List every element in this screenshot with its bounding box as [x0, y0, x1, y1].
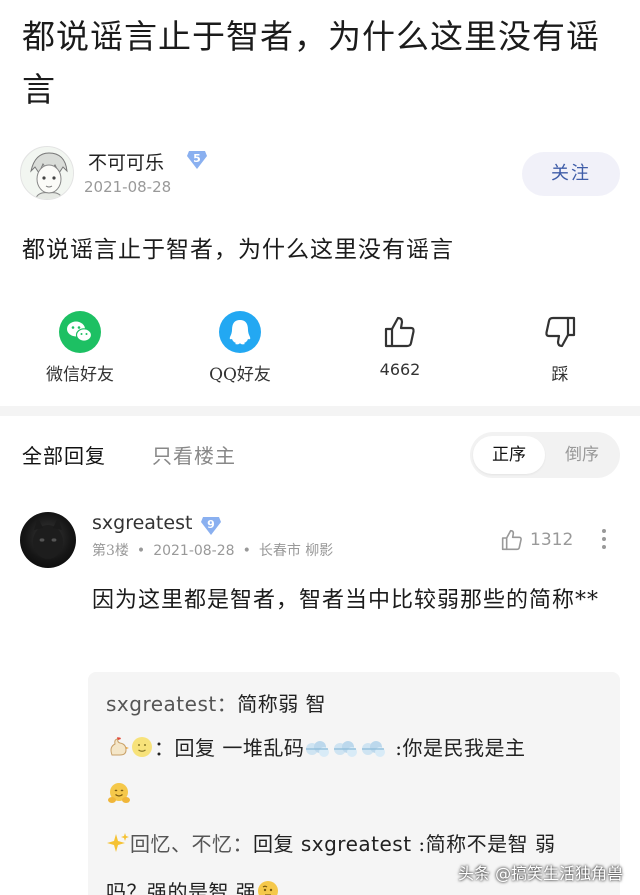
dislike-label: 踩: [551, 365, 569, 385]
wind-emoji-icon: [332, 730, 360, 774]
moon-face-emoji-icon: [130, 730, 154, 774]
reply-target-user[interactable]: sxgreatest: [301, 832, 412, 856]
comment-meta: 第3楼 • 2021-08-28 • 长春市 柳影: [92, 540, 333, 560]
comment-floor: 第3楼: [92, 543, 129, 559]
comment-text: 因为这里都是智者，智者当中比较弱那些的简称**: [92, 588, 600, 613]
share-wechat-label: 微信好友: [46, 365, 114, 385]
article-body: 都说谣言止于智者，为什么这里没有谣言: [22, 237, 454, 263]
comment-like-count: 1312: [530, 530, 574, 550]
source-watermark: 头条 @搞笑生活独角兽: [458, 864, 624, 883]
author-level-number: 5: [193, 152, 201, 165]
thumbs-down-icon: [538, 310, 582, 354]
reply-author[interactable]: sxgreatest：: [106, 692, 237, 716]
comment-item: sxgreatest 9 第3楼 • 2021-08-28 • 长春市 柳影 1312 …: [0, 508, 640, 895]
wechat-icon: [58, 310, 102, 354]
reply-author[interactable]: 回忆、不忆：: [130, 832, 253, 856]
share-qq-button[interactable]: QQ好友: [180, 310, 300, 385]
reply-text: :简称不是智 弱: [411, 832, 556, 856]
reply-line-2: ：回复 一堆乱码 :你是民我是主: [106, 726, 602, 774]
sort-ascending-option[interactable]: 正序: [473, 436, 545, 474]
comment-location: 长春市 柳影: [258, 543, 334, 559]
wind-emoji-icon: [360, 730, 388, 774]
author-row: 不可可乐 5 2021-08-28 关注: [20, 146, 620, 202]
share-action-row: 微信好友 QQ好友 4662 踩: [0, 310, 640, 390]
sort-toggle: 正序 倒序: [470, 432, 620, 478]
reply-tabs: 全部回复 只看楼主 正序 倒序: [0, 432, 640, 482]
author-name[interactable]: 不可可乐: [88, 148, 164, 175]
comment-like-button[interactable]: 1312: [500, 526, 573, 554]
hugging-face-emoji-icon: [106, 778, 132, 822]
thumbs-up-icon: [501, 529, 522, 551]
commenter-name[interactable]: sxgreatest: [92, 512, 192, 534]
section-divider: [0, 406, 640, 416]
qq-icon: [218, 310, 262, 354]
like-count: 4662: [379, 360, 421, 379]
reply-line-2b: [106, 774, 602, 822]
comment-date: 2021-08-28: [153, 543, 235, 559]
tab-owner-only[interactable]: 只看楼主: [152, 440, 236, 469]
tab-all-replies[interactable]: 全部回复: [22, 440, 106, 469]
reply-text: 吗？强的是智 强: [106, 880, 257, 895]
reply-line-1: sxgreatest：简称弱 智: [106, 682, 602, 726]
reply-text: 简称弱 智: [237, 692, 327, 716]
author-level-badge: 5: [186, 150, 208, 170]
author-post-date: 2021-08-28: [84, 178, 172, 196]
reply-text: ：回复 一堆乱码: [154, 736, 305, 760]
sparkles-emoji-icon: [106, 826, 130, 870]
reply-text: :你是民我是主: [388, 736, 526, 760]
rooster-emoji-icon: [106, 730, 130, 774]
commenter-level-number: 9: [207, 518, 215, 531]
thinking-face-emoji-icon: [256, 874, 280, 895]
dislike-button[interactable]: 踩: [500, 310, 620, 385]
share-wechat-button[interactable]: 微信好友: [20, 310, 140, 385]
follow-button[interactable]: 关注: [522, 152, 620, 196]
meta-separator: •: [136, 543, 146, 559]
article-title: 都说谣言止于智者，为什么这里没有谣言: [22, 17, 600, 109]
sort-descending-option[interactable]: 倒序: [546, 436, 618, 474]
commenter-level-badge: 9: [200, 516, 222, 536]
thumbs-up-icon: [378, 310, 422, 354]
commenter-avatar[interactable]: [20, 512, 76, 568]
share-qq-label: QQ好友: [209, 365, 271, 385]
reply-text: 回复: [253, 832, 301, 856]
meta-separator: •: [242, 543, 251, 559]
author-avatar[interactable]: [20, 146, 74, 200]
like-button[interactable]: 4662: [340, 310, 460, 379]
more-options-icon[interactable]: [596, 526, 612, 554]
wind-emoji-icon: [304, 730, 332, 774]
